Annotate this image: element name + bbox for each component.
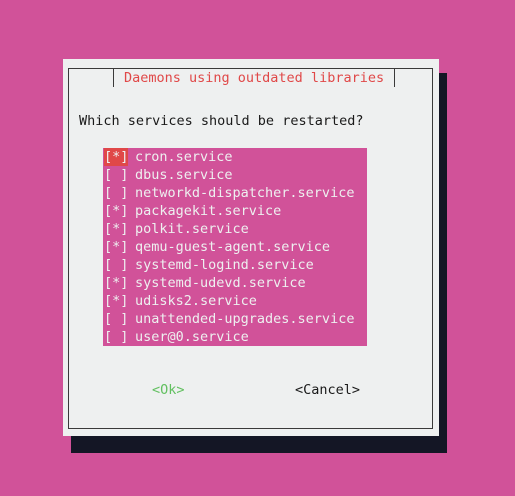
service-checkbox[interactable]: [*] [104,220,128,238]
service-label: polkit.service [135,221,249,237]
cancel-button[interactable]: <Cancel> [295,382,360,398]
service-checkbox[interactable]: [ ] [104,328,128,346]
service-checkbox[interactable]: [*] [104,148,128,166]
service-checkbox[interactable]: [ ] [104,166,128,184]
service-checkbox[interactable]: [ ] [104,184,128,202]
service-checkbox[interactable]: [*] [104,274,128,292]
service-checklist: [*] cron.service [ ] dbus.service [ ] ne… [103,148,367,346]
restart-services-dialog: Daemons using outdated libraries Which s… [63,59,439,436]
service-label: networkd-dispatcher.service [135,185,355,201]
service-label: systemd-logind.service [135,257,314,273]
service-label: user@0.service [135,329,249,345]
service-label: packagekit.service [135,203,282,219]
service-label: systemd-udevd.service [135,275,306,291]
service-checkbox[interactable]: [ ] [104,256,128,274]
service-label: dbus.service [135,167,233,183]
service-checkbox[interactable]: [*] [104,202,128,220]
ok-button[interactable]: <Ok> [152,382,185,398]
service-label: qemu-guest-agent.service [135,239,331,255]
dialog-title: Daemons using outdated libraries [113,69,396,87]
service-label: udisks2.service [135,293,257,309]
service-label: unattended-upgrades.service [135,311,355,327]
service-checkbox[interactable]: [*] [104,292,128,310]
service-checkbox[interactable]: [ ] [104,310,128,328]
service-checkbox[interactable]: [*] [104,238,128,256]
service-label: cron.service [135,149,233,165]
dialog-prompt: Which services should be restarted? [79,113,364,129]
